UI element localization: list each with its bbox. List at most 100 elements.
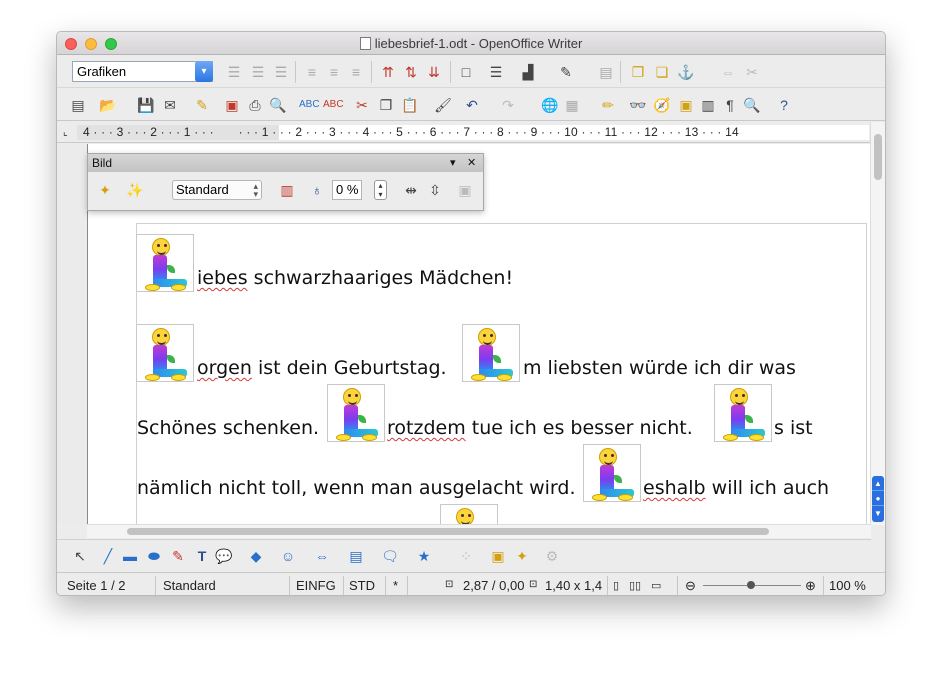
stars-icon[interactable]: ★: [415, 547, 433, 565]
align-bottom-icon[interactable]: ⇊: [425, 63, 443, 81]
flip-vertical-icon[interactable]: ⇹: [402, 181, 420, 199]
letter-e-image[interactable]: [714, 384, 772, 442]
block-arrows-icon[interactable]: ⇔: [313, 547, 331, 565]
fontwork-icon[interactable]: ▣: [489, 547, 507, 565]
save-icon[interactable]: 💾: [137, 96, 155, 114]
find-replace-icon[interactable]: 👓: [629, 96, 647, 114]
page-navigation-buttons[interactable]: ▲ ● ▼: [872, 476, 884, 522]
transparency-stepper[interactable]: ▴ ▾: [374, 180, 387, 200]
spellcheck-icon[interactable]: ABC: [299, 96, 320, 114]
zoom-slider-knob[interactable]: [747, 581, 755, 589]
book-view-icon[interactable]: ▭: [651, 579, 661, 592]
graphics-mode-select[interactable]: Standard ▴ ▾: [172, 180, 262, 200]
graphic-filter-icon[interactable]: ✦: [96, 181, 114, 199]
copy-icon[interactable]: ❐: [377, 96, 395, 114]
text-line-3b[interactable]: rotzdem tue ich es besser nicht.: [387, 417, 693, 439]
callout-icon[interactable]: 💬: [215, 547, 233, 565]
from-file-icon[interactable]: ✦: [513, 547, 531, 565]
letter-d-image[interactable]: [583, 444, 641, 502]
undo-icon[interactable]: ↶: [463, 96, 481, 114]
paragraph-style-select[interactable]: Grafiken ▾: [72, 61, 213, 82]
letter-m-image[interactable]: [136, 324, 194, 382]
align-left-icon[interactable]: ≡: [303, 63, 321, 81]
align-top-icon[interactable]: ⇈: [379, 63, 397, 81]
text-line-2b[interactable]: m liebsten würde ich dir was: [523, 357, 796, 379]
print-preview-icon[interactable]: 🔍: [269, 96, 287, 114]
insert-mode[interactable]: EINFG: [296, 578, 336, 593]
unlink-frames-icon[interactable]: ✂: [743, 63, 761, 81]
ellipse-icon[interactable]: ⬬: [145, 547, 163, 565]
new-document-icon[interactable]: ▤: [69, 96, 87, 114]
text-line-4b[interactable]: eshalb will ich auch: [643, 477, 829, 499]
bild-toolbar[interactable]: Bild ▾ ✕ ✦ ✨ Standard ▴ ▾ ▥ ♁ 0 % ▴ ▾ ⇹ ⇳ …: [87, 153, 484, 211]
text-line-3a[interactable]: Schönes schenken.: [137, 417, 319, 439]
transparency-input[interactable]: 0 %: [332, 180, 362, 200]
bild-toolbar-header[interactable]: Bild ▾ ✕: [88, 154, 483, 172]
align-middle-icon[interactable]: ⇅: [402, 63, 420, 81]
bring-to-front-icon[interactable]: ❐: [629, 63, 647, 81]
help-icon[interactable]: ?: [775, 96, 793, 114]
anchor-icon[interactable]: ⚓: [677, 63, 695, 81]
hyperlink-icon[interactable]: 🌐: [541, 96, 559, 114]
transparency-icon[interactable]: ♁: [308, 181, 326, 199]
letter-l-image[interactable]: [136, 234, 194, 292]
previous-page-icon[interactable]: ▲: [872, 476, 884, 491]
zoom-in-icon[interactable]: ⊕: [805, 578, 816, 594]
filter-wand-icon[interactable]: ✨: [126, 181, 144, 199]
link-frames-icon[interactable]: ⇔: [719, 63, 737, 81]
navigation-icon[interactable]: ●: [872, 491, 884, 506]
text-line-4a[interactable]: nämlich nicht toll, wenn man ausgelacht …: [137, 477, 576, 499]
border-color-icon[interactable]: ▟: [519, 63, 537, 81]
autospellcheck-icon[interactable]: ABC: [323, 96, 344, 114]
line-style-icon[interactable]: ☰: [487, 63, 505, 81]
symbol-shapes-icon[interactable]: ☺: [279, 547, 297, 565]
email-icon[interactable]: ✉: [161, 96, 179, 114]
wrap-through-icon[interactable]: ☰: [272, 63, 290, 81]
toolbar-menu-icon[interactable]: ▾: [450, 154, 456, 172]
callouts-icon[interactable]: 🗨: [381, 547, 399, 565]
clone-formatting-icon[interactable]: 🖌: [434, 96, 452, 114]
letter-a-image[interactable]: [462, 324, 520, 382]
select-pointer-icon[interactable]: ↖: [71, 547, 89, 565]
chevron-down-icon[interactable]: ▾: [195, 61, 213, 82]
next-page-icon[interactable]: ▼: [872, 506, 884, 521]
formatting-marks-icon[interactable]: ¶: [721, 96, 739, 114]
basic-shapes-icon[interactable]: ◆: [247, 547, 265, 565]
multi-page-view-icon[interactable]: ▯▯: [629, 579, 641, 592]
frame-properties-icon[interactable]: ▤: [597, 63, 615, 81]
flowchart-icon[interactable]: ▤: [347, 547, 365, 565]
single-page-view-icon[interactable]: ▯: [613, 579, 619, 592]
align-right-icon[interactable]: ≡: [347, 63, 365, 81]
selection-mode[interactable]: STD: [349, 578, 375, 593]
edit-mode-icon[interactable]: ✎: [193, 96, 211, 114]
color-icon[interactable]: ▥: [278, 181, 296, 199]
wrap-page-icon[interactable]: ☰: [249, 63, 267, 81]
redo-icon[interactable]: ↷: [499, 96, 517, 114]
zoom-icon[interactable]: 🔍: [743, 96, 761, 114]
table-icon[interactable]: ▦: [563, 96, 581, 114]
letter-next-image[interactable]: [440, 504, 498, 524]
print-icon[interactable]: ⎙: [246, 96, 264, 114]
export-pdf-icon[interactable]: ▣: [223, 96, 241, 114]
background-color-icon[interactable]: ✎: [557, 63, 575, 81]
close-icon[interactable]: ✕: [467, 154, 476, 172]
horizontal-scrollbar[interactable]: [87, 524, 871, 538]
text-line-1[interactable]: iebes schwarzhaariges Mädchen!: [197, 267, 513, 289]
show-draw-functions-icon[interactable]: ✏: [599, 96, 617, 114]
open-icon[interactable]: 📂: [99, 96, 117, 114]
page-indicator[interactable]: Seite 1 / 2: [67, 578, 126, 593]
align-center-icon[interactable]: ≡: [325, 63, 343, 81]
borders-icon[interactable]: □: [457, 63, 475, 81]
text-line-3c[interactable]: s ist: [774, 417, 813, 439]
freeform-icon[interactable]: ✎: [169, 547, 187, 565]
letter-t-image[interactable]: [327, 384, 385, 442]
send-to-back-icon[interactable]: ❏: [653, 63, 671, 81]
text-icon[interactable]: T: [193, 547, 211, 565]
flip-horizontal-icon[interactable]: ⇳: [426, 181, 444, 199]
zoom-level[interactable]: 100 %: [829, 578, 866, 593]
paste-icon[interactable]: 📋: [401, 96, 419, 114]
page-style[interactable]: Standard: [163, 578, 216, 593]
gallery-icon[interactable]: ▣: [677, 96, 695, 114]
vertical-scrollbar[interactable]: [870, 122, 885, 525]
wrap-off-icon[interactable]: ☰: [225, 63, 243, 81]
